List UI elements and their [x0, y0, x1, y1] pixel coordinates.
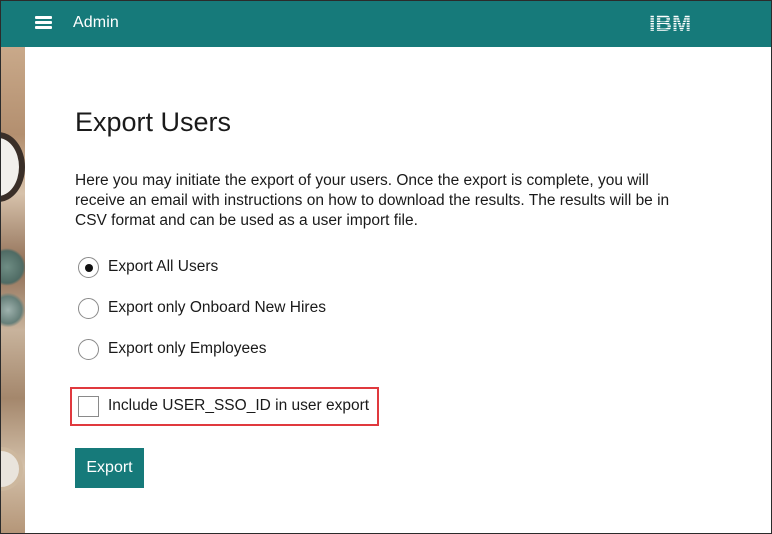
top-navigation-bar: Admin IBM: [1, 1, 771, 47]
radio-export-onboard-new-hires[interactable]: Export only Onboard New Hires: [78, 297, 326, 319]
checkbox-label: Include USER_SSO_ID in user export: [108, 397, 370, 414]
app-title: Admin: [73, 14, 119, 31]
radio-label: Export All Users: [108, 258, 219, 275]
hamburger-menu-icon[interactable]: [35, 16, 52, 29]
main-content-panel: Export Users Here you may initiate the e…: [25, 47, 771, 533]
svg-text:IBM: IBM: [649, 11, 691, 35]
decorative-background-image: [1, 47, 25, 533]
app-window: Admin IBM Export Users Here you may init…: [0, 0, 772, 534]
include-sso-id-checkbox-row[interactable]: Include USER_SSO_ID in user export: [78, 395, 369, 417]
radio-button[interactable]: [78, 338, 99, 360]
radio-button[interactable]: [78, 297, 99, 319]
include-sso-id-checkbox[interactable]: [78, 395, 99, 417]
page-title: Export Users: [75, 107, 232, 137]
radio-export-all-users[interactable]: Export All Users: [78, 256, 218, 278]
radio-button-selected[interactable]: [78, 256, 99, 278]
ibm-logo: IBM: [649, 11, 691, 35]
radio-export-employees[interactable]: Export only Employees: [78, 338, 267, 360]
radio-label: Export only Employees: [108, 340, 267, 357]
page-description: Here you may initiate the export of your…: [75, 172, 670, 229]
radio-label: Export only Onboard New Hires: [108, 299, 326, 316]
export-button[interactable]: Export: [75, 448, 144, 488]
